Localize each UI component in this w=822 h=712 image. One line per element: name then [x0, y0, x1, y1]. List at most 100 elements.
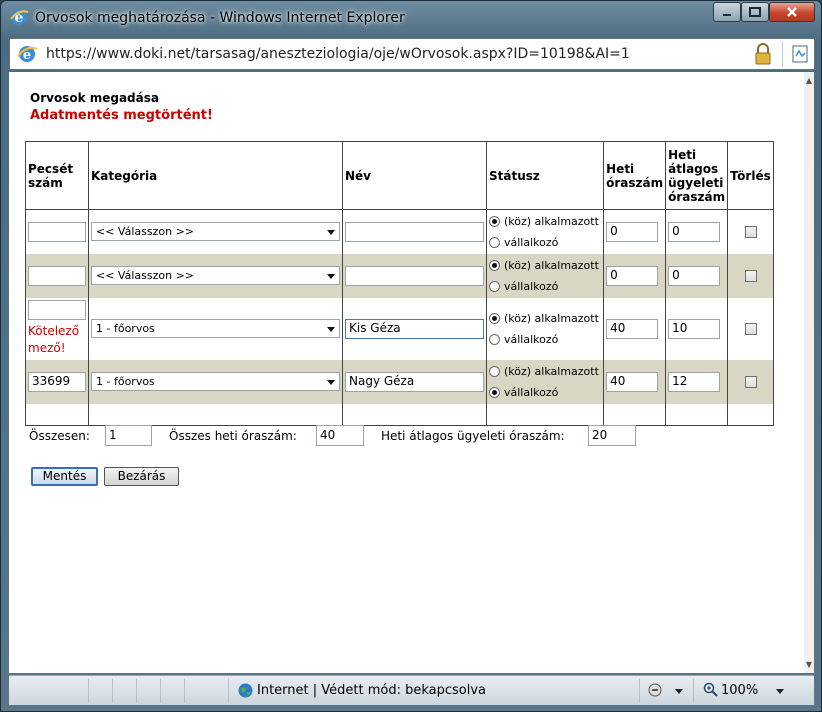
- header-kategoria: Kategória: [88, 141, 343, 210]
- delete-checkbox[interactable]: [744, 375, 757, 388]
- status-cell: [113, 679, 137, 703]
- nev-input[interactable]: Kis Géza: [345, 318, 484, 339]
- kategoria-value: << Válasszon >>: [96, 269, 195, 282]
- minimize-icon: [723, 14, 731, 16]
- status-radio-alkalmazott[interactable]: (köz) alkalmazott: [489, 308, 601, 329]
- save-button[interactable]: Mentés: [31, 467, 98, 486]
- address-divider: [782, 41, 783, 67]
- chevron-down-icon: [327, 327, 335, 332]
- header-statusz: Státusz: [485, 141, 605, 210]
- atlag-input[interactable]: 10: [668, 318, 721, 339]
- header-atlag: Heti átlagos ügyeleti óraszám: [665, 141, 729, 210]
- radio-button[interactable]: [489, 365, 500, 377]
- status-cell: [185, 679, 229, 703]
- kategoria-value: << Válasszon >>: [96, 225, 195, 239]
- kategoria-value: 1 - főorvos: [96, 375, 155, 388]
- maximize-icon: [749, 7, 761, 17]
- nev-input[interactable]: [345, 221, 484, 242]
- doctors-table: Pecsét szám Kategória Név Státusz Heti ó…: [25, 141, 774, 426]
- radio-label: (köz) alkalmazott: [504, 214, 599, 228]
- radio-button[interactable]: [489, 333, 500, 345]
- total-value: 1: [105, 425, 152, 446]
- status-divider: [639, 679, 640, 703]
- success-message: Adatmentés megtörtént!: [30, 108, 213, 123]
- pecset-input[interactable]: 33699: [28, 371, 86, 392]
- lock-icon[interactable]: [754, 43, 772, 65]
- radio-label: vállalkozó: [504, 279, 559, 293]
- delete-checkbox[interactable]: [744, 269, 757, 282]
- close-icon: [787, 7, 797, 17]
- status-cell: [161, 679, 185, 703]
- atlag-input[interactable]: 0: [668, 265, 721, 286]
- kategoria-select[interactable]: << Válasszon >>: [91, 222, 340, 242]
- status-bar: Internet | Védett mód: bekapcsolva 100%: [9, 675, 814, 705]
- kategoria-value: 1 - főorvos: [96, 322, 155, 335]
- scroll-up-icon[interactable]: ▲: [805, 76, 813, 85]
- close-window-button[interactable]: [769, 2, 815, 22]
- radio-button[interactable]: [489, 386, 500, 398]
- radio-button[interactable]: [489, 236, 500, 248]
- table-row: << Válasszon >> (köz) alkalmazott vállal…: [25, 209, 774, 254]
- weekly-label: Összes heti óraszám:: [169, 429, 297, 443]
- heti-input[interactable]: 40: [606, 318, 659, 339]
- radio-button[interactable]: [489, 280, 500, 292]
- popup-blocker-icon[interactable]: [647, 682, 669, 699]
- kategoria-select[interactable]: 1 - főorvos: [91, 372, 340, 391]
- scroll-down-icon[interactable]: ▼: [805, 660, 813, 669]
- pecset-input[interactable]: [28, 221, 86, 242]
- radio-button[interactable]: [489, 215, 500, 227]
- avg-value: 20: [588, 425, 636, 446]
- kategoria-select[interactable]: << Válasszon >>: [91, 266, 340, 285]
- zoom-level[interactable]: 100%: [721, 683, 758, 698]
- heti-input[interactable]: 0: [606, 265, 659, 286]
- chevron-down-icon[interactable]: [675, 689, 683, 694]
- url-field[interactable]: https://www.doki.net/tarsasag/anesztezio…: [46, 46, 630, 62]
- vertical-scrollbar[interactable]: ▲ ▼: [804, 72, 814, 673]
- radio-button[interactable]: [489, 312, 500, 324]
- atlag-input[interactable]: 12: [668, 371, 721, 392]
- header-torles: Törlés: [727, 141, 774, 210]
- atlag-input[interactable]: 0: [668, 221, 721, 242]
- heti-input[interactable]: 0: [606, 221, 659, 242]
- compatibility-view-icon[interactable]: [790, 44, 810, 64]
- maximize-button[interactable]: [741, 2, 769, 22]
- radio-label: vállalkozó: [504, 385, 559, 399]
- radio-label: vállalkozó: [504, 235, 559, 249]
- minimize-button[interactable]: [713, 2, 741, 22]
- chevron-down-icon: [327, 380, 335, 385]
- zoom-icon[interactable]: [703, 682, 719, 698]
- weekly-value: 40: [316, 425, 364, 446]
- pecset-input[interactable]: [28, 265, 86, 286]
- status-radio-alkalmazott[interactable]: (köz) alkalmazott: [489, 361, 601, 382]
- page-content: Orvosok megadása Adatmentés megtörtént! …: [9, 72, 804, 673]
- chevron-down-icon: [327, 274, 335, 279]
- table-row: 33699 1 - főorvos Nagy Géza (köz) alkalm…: [25, 359, 774, 404]
- pecset-input[interactable]: [28, 300, 86, 320]
- internet-explorer-icon: e: [10, 9, 29, 26]
- radio-label: vállalkozó: [504, 332, 559, 346]
- chevron-down-icon: [327, 230, 335, 236]
- radio-label: (köz) alkalmazott: [504, 364, 599, 378]
- window-title: Orvosok meghatározása - Windows Internet…: [35, 10, 405, 26]
- address-bar[interactable]: e https://www.doki.net/tarsasag/anesztez…: [9, 38, 815, 70]
- security-zone-text[interactable]: Internet | Védett mód: bekapcsolva: [257, 683, 486, 698]
- status-radio-vallalkozo[interactable]: vállalkozó: [489, 329, 601, 350]
- kategoria-select[interactable]: 1 - főorvos: [91, 319, 340, 338]
- status-divider: [693, 679, 694, 703]
- radio-button[interactable]: [489, 259, 500, 271]
- status-radio-vallalkozo[interactable]: vállalkozó: [489, 382, 601, 403]
- title-bar[interactable]: e Orvosok meghatározása - Windows Intern…: [1, 1, 821, 35]
- nev-input[interactable]: Nagy Géza: [345, 371, 484, 392]
- heti-input[interactable]: 40: [606, 371, 659, 392]
- close-button[interactable]: Bezárás: [104, 467, 179, 486]
- header-heti: Heti óraszám: [603, 141, 667, 210]
- delete-checkbox[interactable]: [744, 322, 757, 335]
- nev-input[interactable]: [345, 265, 484, 286]
- chevron-down-icon[interactable]: [776, 689, 784, 694]
- status-radio-alkalmazott[interactable]: (köz) alkalmazott: [489, 255, 601, 276]
- avg-label: Heti átlagos ügyeleti óraszám:: [381, 429, 565, 443]
- status-radio-vallalkozo[interactable]: vállalkozó: [489, 276, 601, 297]
- status-radio-vallalkozo[interactable]: vállalkozó: [489, 232, 601, 253]
- delete-checkbox[interactable]: [744, 225, 757, 238]
- status-radio-alkalmazott[interactable]: (köz) alkalmazott: [489, 211, 601, 232]
